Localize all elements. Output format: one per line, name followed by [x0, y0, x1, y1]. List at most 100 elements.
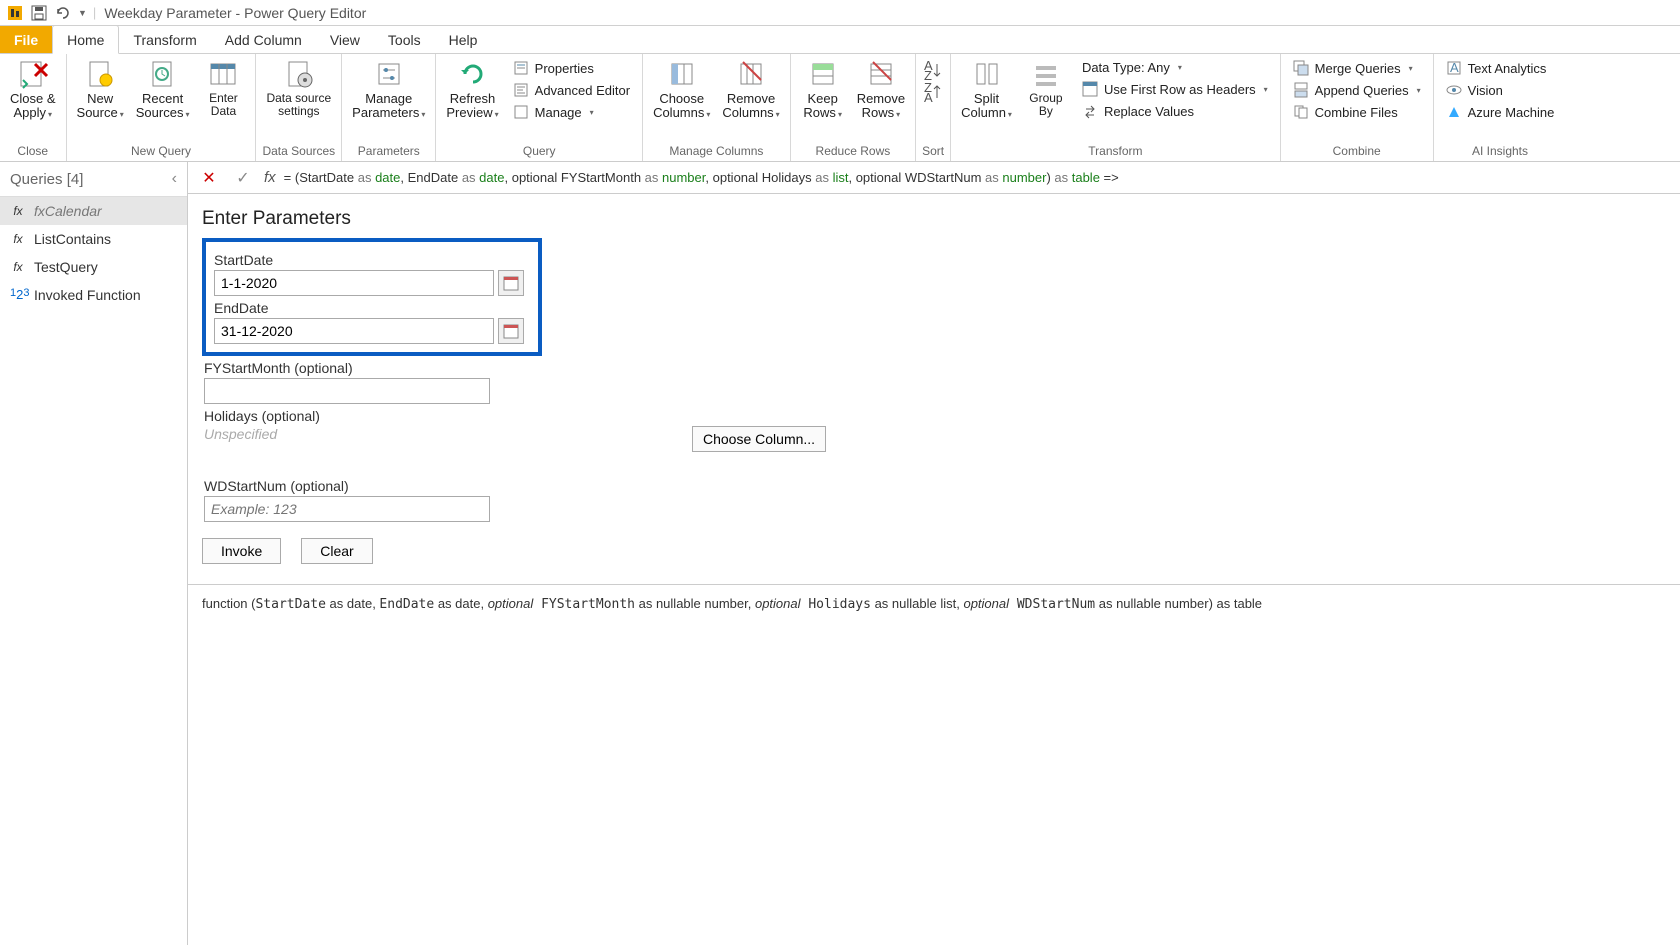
group-label-close: Close: [6, 142, 60, 161]
parameters-section: Enter Parameters StartDate EndDate FYSta…: [188, 194, 1680, 564]
manage-parameters-icon: [373, 58, 405, 90]
quick-access-toolbar: ▼: [0, 4, 93, 22]
enddate-calendar-button[interactable]: [498, 318, 524, 344]
tab-view[interactable]: View: [316, 26, 374, 53]
holidays-label: Holidays (optional): [204, 408, 542, 424]
manage-parameters-button[interactable]: Manage Parameters▾: [348, 56, 429, 121]
startdate-input[interactable]: [214, 270, 494, 296]
invoke-button[interactable]: Invoke: [202, 538, 281, 564]
first-row-headers-button[interactable]: Use First Row as Headers▾: [1076, 79, 1274, 99]
undo-icon[interactable]: [54, 4, 72, 22]
tab-tools[interactable]: Tools: [374, 26, 435, 53]
title-bar: ▼ | Weekday Parameter - Power Query Edit…: [0, 0, 1680, 26]
manage-icon: [513, 104, 529, 120]
group-by-icon: [1030, 58, 1062, 90]
highlighted-date-params: StartDate EndDate: [202, 238, 542, 356]
wdstartnum-label: WDStartNum (optional): [204, 478, 542, 494]
holidays-unspecified: Unspecified: [204, 426, 542, 442]
advanced-editor-button[interactable]: Advanced Editor: [507, 80, 636, 100]
enddate-label: EndDate: [214, 300, 530, 316]
fx-icon[interactable]: fx: [264, 169, 276, 186]
data-type-button[interactable]: Data Type: Any▾: [1076, 58, 1274, 77]
remove-rows-button[interactable]: Remove Rows▾: [853, 56, 909, 121]
refresh-icon: [457, 58, 489, 90]
startdate-calendar-button[interactable]: [498, 270, 524, 296]
enter-data-icon: [207, 58, 239, 90]
sort-desc-button[interactable]: ZA: [922, 82, 944, 102]
commit-formula-icon[interactable]: ✓: [230, 165, 256, 191]
remove-columns-button[interactable]: Remove Columns▾: [718, 56, 783, 121]
group-label-manage-columns: Manage Columns: [649, 142, 784, 161]
query-item-testquery[interactable]: fx TestQuery: [0, 253, 187, 281]
queries-panel: Queries [4] ‹ fx fxCalendar fx ListConta…: [0, 162, 188, 945]
azure-ml-button[interactable]: Azure Machine: [1440, 102, 1561, 122]
group-label-ai: AI Insights: [1440, 142, 1561, 161]
refresh-preview-button[interactable]: Refresh Preview▾: [442, 56, 502, 121]
split-column-icon: [971, 58, 1003, 90]
ribbon-group-transform: Split Column▾ Group By Data Type: Any▾ U…: [951, 54, 1281, 161]
enddate-input[interactable]: [214, 318, 494, 344]
vision-button[interactable]: Vision: [1440, 80, 1561, 100]
split-column-button[interactable]: Split Column▾: [957, 56, 1016, 121]
query-item-listcontains[interactable]: fx ListContains: [0, 225, 187, 253]
svg-text:A: A: [1450, 60, 1459, 75]
tab-file[interactable]: File: [0, 26, 52, 53]
formula-text[interactable]: = (StartDate as date, EndDate as date, o…: [284, 170, 1672, 186]
group-label-new-query: New Query: [73, 142, 250, 161]
tab-add-column[interactable]: Add Column: [211, 26, 316, 53]
keep-rows-button[interactable]: Keep Rows▾: [797, 56, 849, 121]
function-icon: fx: [10, 260, 26, 274]
properties-icon: [513, 60, 529, 76]
group-label-sort: Sort: [922, 142, 944, 161]
recent-sources-icon: [147, 58, 179, 90]
keep-rows-icon: [807, 58, 839, 90]
wdstartnum-input[interactable]: [204, 496, 490, 522]
vision-icon: [1446, 82, 1462, 98]
replace-values-button[interactable]: Replace Values: [1076, 101, 1274, 121]
group-by-button[interactable]: Group By: [1020, 56, 1072, 118]
clear-button[interactable]: Clear: [301, 538, 372, 564]
ribbon-group-query: Refresh Preview▾ Properties Advanced Edi…: [436, 54, 643, 161]
new-source-icon: [84, 58, 116, 90]
enter-data-button[interactable]: Enter Data: [197, 56, 249, 118]
svg-text:Z: Z: [924, 68, 932, 80]
tab-home[interactable]: Home: [52, 25, 119, 54]
query-item-fxcalendar[interactable]: fx fxCalendar: [0, 197, 187, 225]
query-item-invoked-function[interactable]: 123 Invoked Function: [0, 281, 187, 309]
fystartmonth-input[interactable]: [204, 378, 490, 404]
function-signature: function (StartDate as date, EndDate as …: [188, 584, 1680, 622]
cancel-formula-icon[interactable]: ✕: [196, 165, 222, 191]
azure-icon: [1446, 104, 1462, 120]
choose-columns-icon: [666, 58, 698, 90]
merge-queries-button[interactable]: Merge Queries▾: [1287, 58, 1427, 78]
qat-dropdown-icon[interactable]: ▼: [78, 8, 87, 18]
manage-query-button[interactable]: Manage▾: [507, 102, 636, 122]
replace-icon: [1082, 103, 1098, 119]
sort-asc-button[interactable]: AZ: [922, 60, 944, 80]
group-label-query: Query: [442, 142, 636, 161]
choose-columns-button[interactable]: Choose Columns▾: [649, 56, 714, 121]
tab-transform[interactable]: Transform: [119, 26, 210, 53]
ribbon-group-close: Close & Apply▾ Close: [0, 54, 67, 161]
recent-sources-button[interactable]: Recent Sources▾: [132, 56, 194, 121]
remove-columns-icon: [735, 58, 767, 90]
headers-icon: [1082, 81, 1098, 97]
tab-help[interactable]: Help: [435, 26, 492, 53]
properties-button[interactable]: Properties: [507, 58, 636, 78]
close-apply-button[interactable]: Close & Apply▾: [6, 56, 60, 121]
group-label-parameters: Parameters: [348, 142, 429, 161]
ribbon-group-sort: AZ ZA Sort: [916, 54, 951, 161]
combine-files-button[interactable]: Combine Files: [1287, 102, 1427, 122]
save-icon[interactable]: [30, 4, 48, 22]
ribbon-group-combine: Merge Queries▾ Append Queries▾ Combine F…: [1281, 54, 1434, 161]
choose-column-button[interactable]: Choose Column...: [692, 426, 826, 452]
text-analytics-button[interactable]: AText Analytics: [1440, 58, 1561, 78]
data-source-settings-button[interactable]: Data source settings: [262, 56, 335, 118]
parameters-heading: Enter Parameters: [202, 208, 1666, 230]
collapse-queries-icon[interactable]: ‹: [172, 170, 177, 188]
fystartmonth-label: FYStartMonth (optional): [204, 360, 542, 376]
number-icon: 123: [10, 287, 26, 302]
append-queries-button[interactable]: Append Queries▾: [1287, 80, 1427, 100]
combine-files-icon: [1293, 104, 1309, 120]
new-source-button[interactable]: New Source▾: [73, 56, 128, 121]
